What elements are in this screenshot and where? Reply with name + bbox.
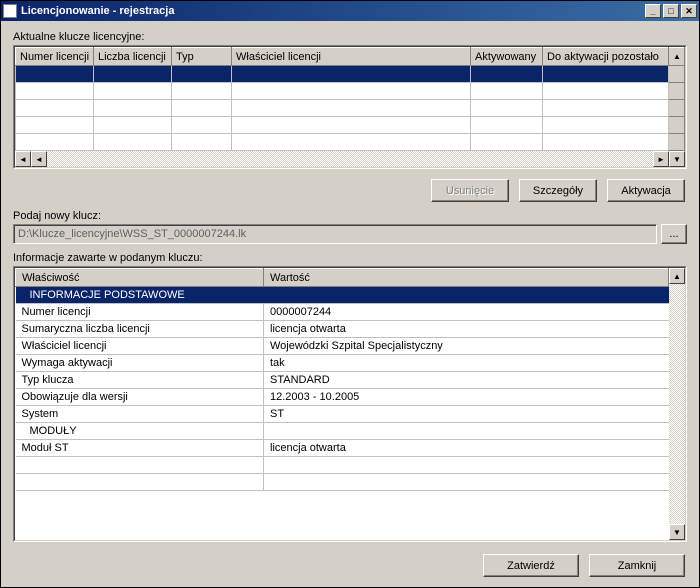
table-row[interactable] <box>16 117 685 134</box>
minimize-button[interactable]: _ <box>645 4 661 18</box>
details-button[interactable]: Szczegóły <box>519 179 597 202</box>
new-key-input[interactable] <box>13 224 657 244</box>
key-info-label: Informacje zawarte w podanym kluczu: <box>13 252 687 264</box>
app-icon <box>3 4 17 18</box>
close-dialog-button[interactable]: Zamknij <box>589 554 685 577</box>
info-row[interactable]: Obowiązuje dla wersji12.2003 - 10.2005 <box>16 389 669 406</box>
scroll-track[interactable] <box>47 151 653 167</box>
col-numer-licencji[interactable]: Numer licencji <box>16 48 94 66</box>
info-row-empty <box>16 474 669 491</box>
scroll-track[interactable] <box>669 284 685 524</box>
close-button[interactable]: ✕ <box>681 4 697 18</box>
info-row[interactable]: Sumaryczna liczba licencji licencja otwa… <box>16 321 669 338</box>
col-wlasciciel[interactable]: Właściciel licencji <box>232 48 471 66</box>
col-wartosc[interactable]: Wartość <box>264 269 669 287</box>
new-key-label: Podaj nowy klucz: <box>13 210 687 222</box>
current-keys-label: Aktualne klucze licencyjne: <box>13 31 687 43</box>
table-row[interactable] <box>16 134 685 151</box>
window-title: Licencjonowanie - rejestracja <box>21 5 643 17</box>
info-row[interactable]: SystemST <box>16 406 669 423</box>
scroll-down-icon[interactable]: ▼ <box>669 151 685 167</box>
bottom-buttons-row: Zatwierdź Zamknij <box>13 554 685 577</box>
info-row[interactable]: Wymaga aktywacjitak <box>16 355 669 372</box>
scroll-right-icon[interactable]: ► <box>653 151 669 167</box>
table-row[interactable] <box>16 66 685 83</box>
col-liczba-licencji[interactable]: Liczba licencji <box>94 48 172 66</box>
remove-button[interactable]: Usunięcie <box>431 179 509 202</box>
table-header-row: Numer licencji Liczba licencji Typ Właśc… <box>16 48 685 66</box>
grid-buttons-row: Usunięcie Szczegóły Aktywacja <box>13 179 685 202</box>
scroll-up-icon[interactable]: ▲ <box>669 268 685 284</box>
browse-button[interactable]: ... <box>661 224 687 244</box>
col-typ[interactable]: Typ <box>172 48 232 66</box>
col-aktywowany[interactable]: Aktywowany <box>471 48 543 66</box>
confirm-button[interactable]: Zatwierdź <box>483 554 579 577</box>
info-group-row[interactable]: MODUŁY <box>16 423 669 440</box>
scroll-left-icon[interactable]: ◄ <box>15 151 31 167</box>
activate-button[interactable]: Aktywacja <box>607 179 685 202</box>
info-row[interactable]: Numer licencji0000007244 <box>16 304 669 321</box>
new-key-row: ... <box>13 224 687 244</box>
hscrollbar[interactable]: ◄ ◄ ► ▼ <box>15 151 685 167</box>
info-row[interactable]: Typ kluczaSTANDARD <box>16 372 669 389</box>
current-keys-table[interactable]: Numer licencji Liczba licencji Typ Właśc… <box>15 47 685 151</box>
content-area: Aktualne klucze licencyjne: Numer licenc… <box>1 21 699 587</box>
info-row[interactable]: Moduł STlicencja otwarta <box>16 440 669 457</box>
info-row[interactable]: Właściciel licencjiWojewódzki Szpital Sp… <box>16 338 669 355</box>
app-window: Licencjonowanie - rejestracja _ □ ✕ Aktu… <box>0 0 700 588</box>
table-row[interactable] <box>16 83 685 100</box>
current-keys-grid: Numer licencji Liczba licencji Typ Właśc… <box>13 45 687 169</box>
scroll-down-icon[interactable]: ▼ <box>669 524 685 540</box>
key-info-grid: Właściwość Wartość INFORMACJE PODSTAWOWE… <box>13 266 687 542</box>
scroll-left2-icon[interactable]: ◄ <box>31 151 47 167</box>
maximize-button[interactable]: □ <box>663 4 679 18</box>
table-row[interactable] <box>16 100 685 117</box>
col-do-aktywacji[interactable]: Do aktywacji pozostało <box>543 48 669 66</box>
titlebar: Licencjonowanie - rejestracja _ □ ✕ <box>1 1 699 21</box>
info-row-empty <box>16 457 669 474</box>
table-header-row: Właściwość Wartość <box>16 269 669 287</box>
vscrollbar[interactable]: ▲ ▼ <box>669 268 685 540</box>
info-header-row[interactable]: INFORMACJE PODSTAWOWE <box>16 287 669 304</box>
col-wlasciwosc[interactable]: Właściwość <box>16 269 264 287</box>
scroll-up-icon[interactable]: ▲ <box>669 48 685 66</box>
key-info-table[interactable]: Właściwość Wartość INFORMACJE PODSTAWOWE… <box>15 268 669 491</box>
